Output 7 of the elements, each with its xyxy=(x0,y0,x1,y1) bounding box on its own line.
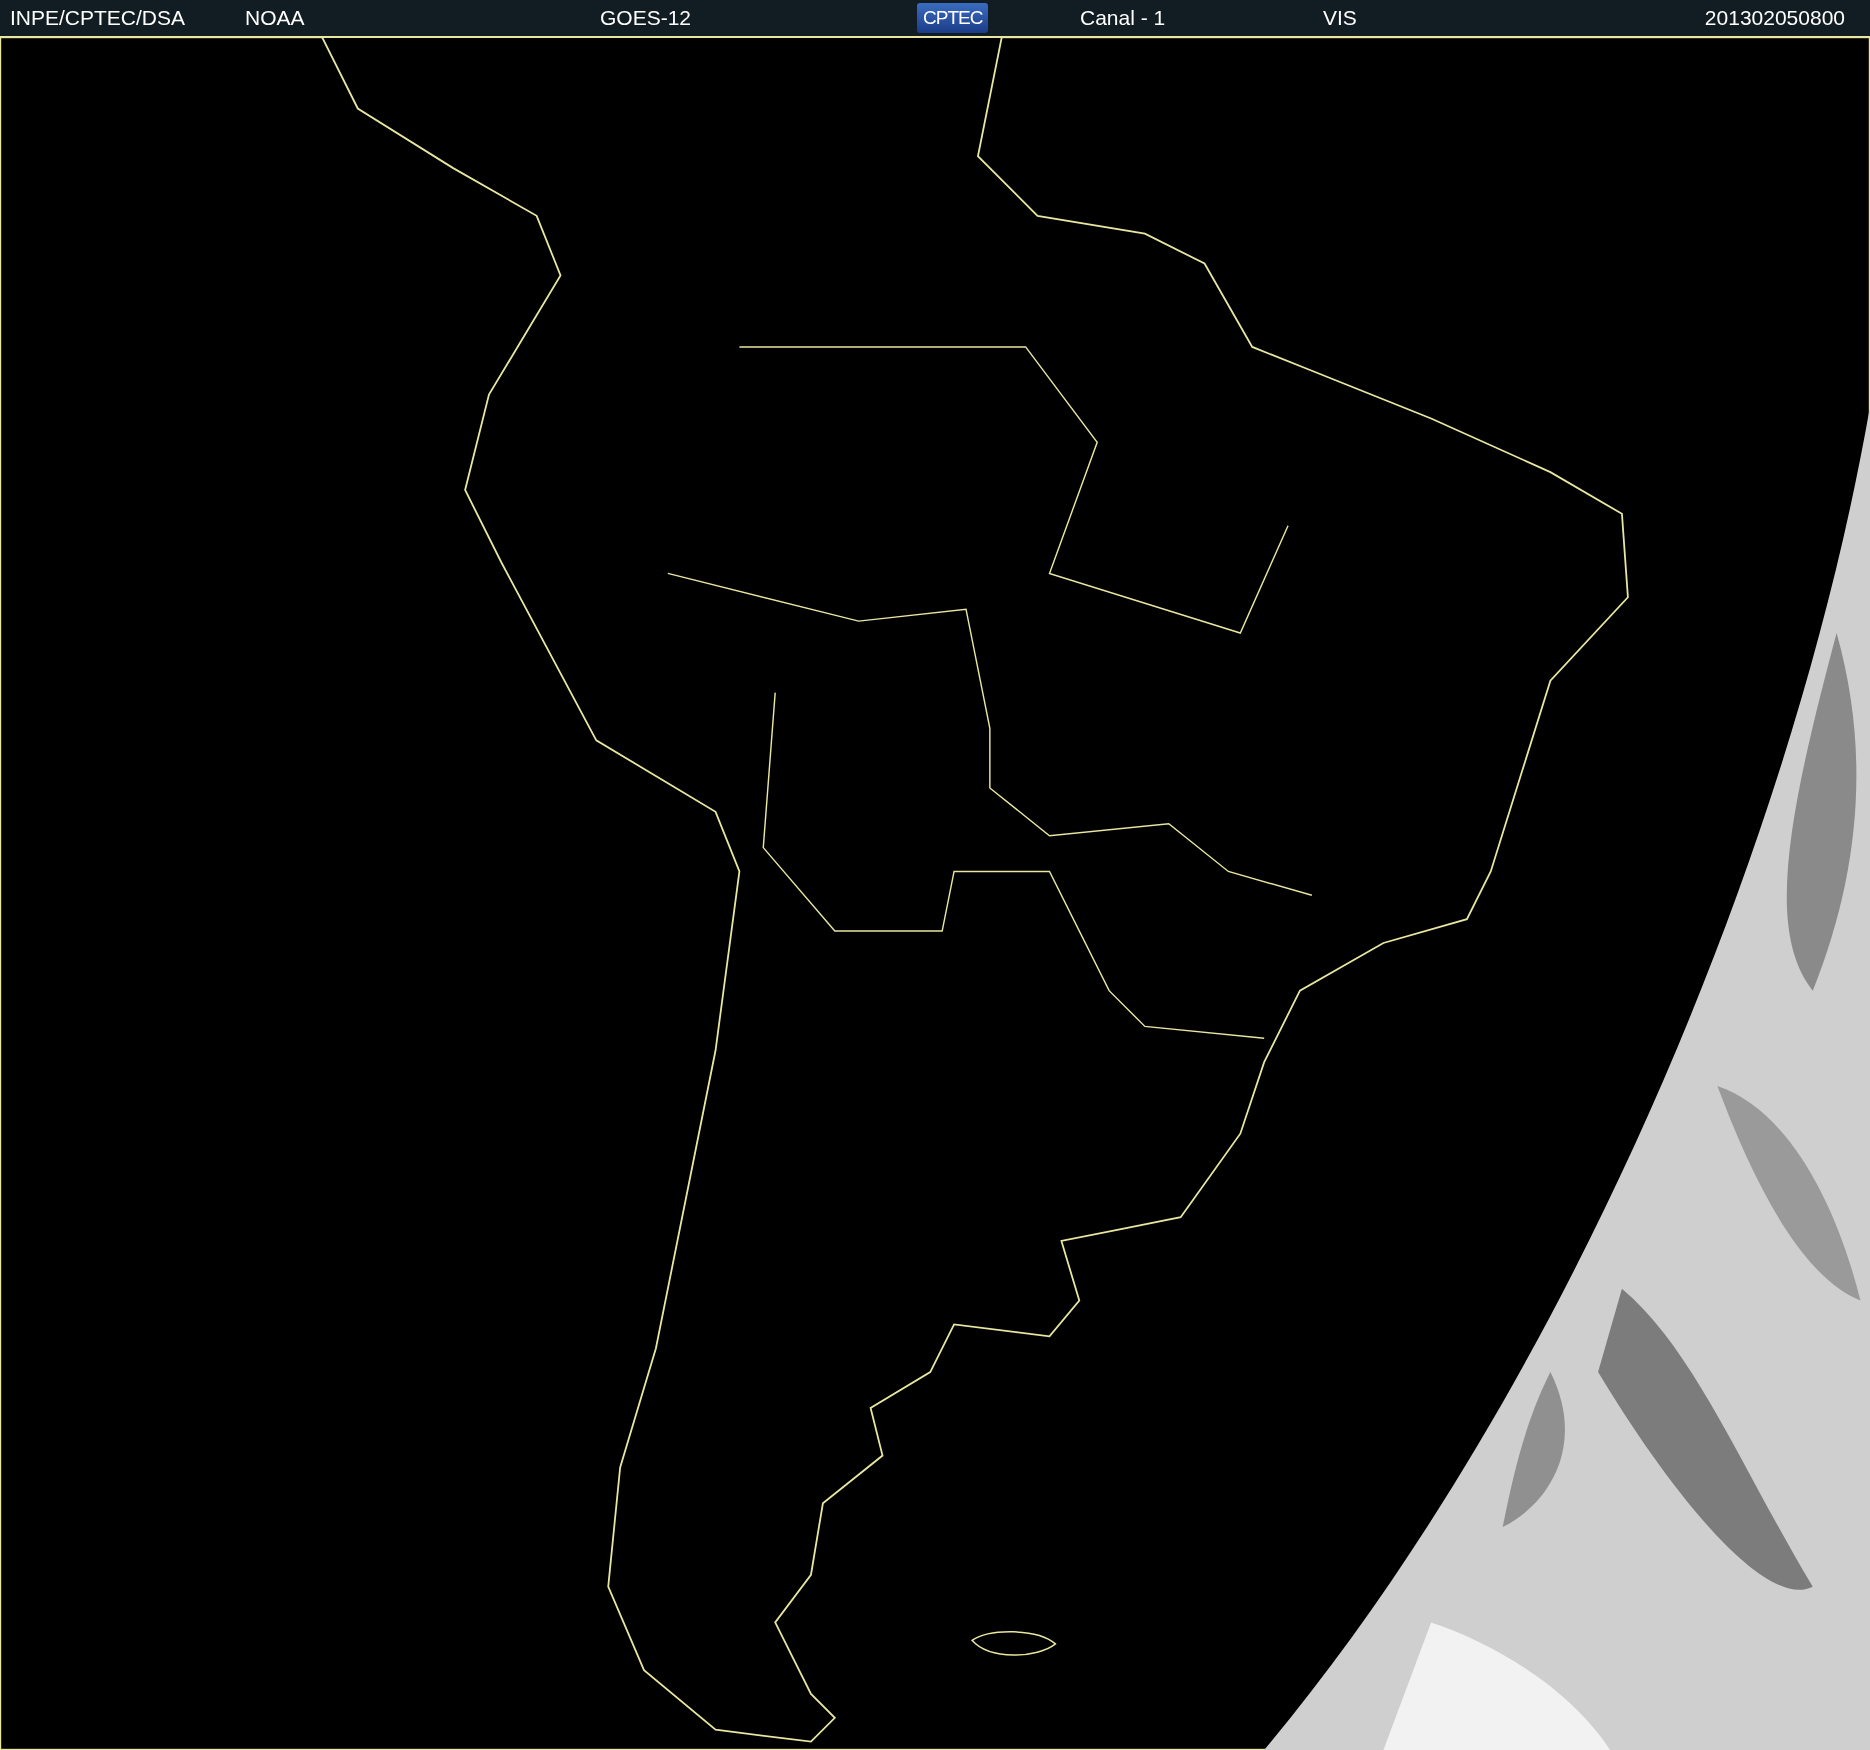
band-label: VIS xyxy=(1323,6,1357,30)
channel-label: Canal - 1 xyxy=(1080,6,1166,30)
logo: CPTEC xyxy=(917,3,989,33)
satellite-label: GOES-12 xyxy=(600,6,692,30)
source-label: INPE/CPTEC/DSA xyxy=(10,6,186,30)
timestamp-label: 201302050800 xyxy=(1704,6,1845,30)
agency-label: NOAA xyxy=(245,6,305,30)
